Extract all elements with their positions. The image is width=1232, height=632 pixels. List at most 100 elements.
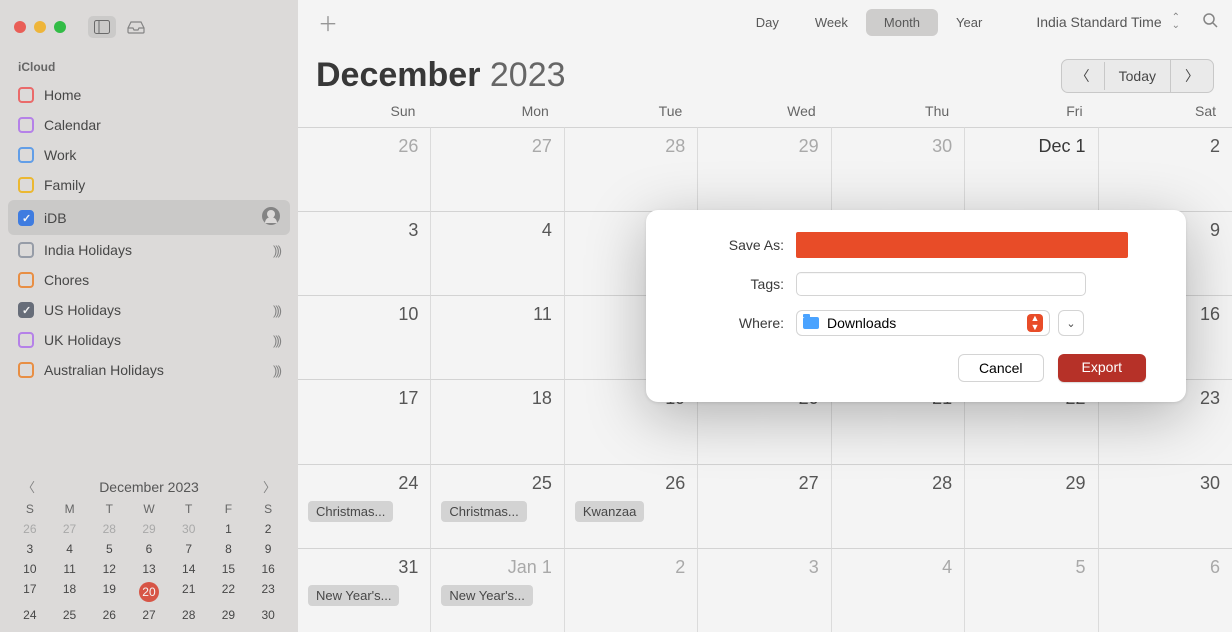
mini-day[interactable]: 21: [169, 582, 209, 602]
day-cell[interactable]: 3: [698, 548, 831, 632]
window-close-button[interactable]: [14, 21, 26, 33]
day-cell[interactable]: 6: [1099, 548, 1232, 632]
mini-day[interactable]: 30: [248, 608, 288, 622]
mini-day[interactable]: 20: [139, 582, 159, 602]
view-week[interactable]: Week: [797, 9, 866, 36]
mini-day[interactable]: 25: [50, 608, 90, 622]
mini-day[interactable]: 2: [248, 522, 288, 536]
calendar-item-family[interactable]: Family: [8, 170, 290, 200]
calendar-checkbox[interactable]: [18, 362, 34, 378]
timezone-selector[interactable]: India Standard Time ⌃⌄: [1036, 14, 1180, 30]
day-cell[interactable]: 24Christmas...: [298, 464, 431, 548]
prev-month-button[interactable]: 〈: [1062, 60, 1104, 92]
where-location-popup[interactable]: Downloads ▲▼: [796, 310, 1050, 336]
mini-day[interactable]: 5: [89, 542, 129, 556]
calendar-item-india-holidays[interactable]: India Holidays))): [8, 235, 290, 265]
day-cell[interactable]: 5: [965, 548, 1098, 632]
mini-day[interactable]: 19: [89, 582, 129, 602]
day-cell[interactable]: 25Christmas...: [431, 464, 564, 548]
mini-day[interactable]: 11: [50, 562, 90, 576]
mini-day[interactable]: 1: [209, 522, 249, 536]
mini-day[interactable]: 9: [248, 542, 288, 556]
mini-day[interactable]: 12: [89, 562, 129, 576]
view-year[interactable]: Year: [938, 9, 1000, 36]
mini-day[interactable]: 10: [10, 562, 50, 576]
event-pill[interactable]: New Year's...: [308, 585, 399, 606]
mini-day[interactable]: 29: [209, 608, 249, 622]
calendar-item-home[interactable]: Home: [8, 80, 290, 110]
mini-day[interactable]: 18: [50, 582, 90, 602]
event-pill[interactable]: New Year's...: [441, 585, 532, 606]
mini-day[interactable]: 27: [50, 522, 90, 536]
export-button[interactable]: Export: [1058, 354, 1146, 382]
calendar-checkbox[interactable]: [18, 272, 34, 288]
event-pill[interactable]: Christmas...: [308, 501, 393, 522]
expand-save-panel-button[interactable]: ⌄: [1058, 310, 1084, 336]
cancel-button[interactable]: Cancel: [958, 354, 1044, 382]
mini-day[interactable]: 28: [169, 608, 209, 622]
day-cell[interactable]: 26: [298, 127, 431, 211]
calendar-item-work[interactable]: Work: [8, 140, 290, 170]
mini-day[interactable]: 29: [129, 522, 169, 536]
mini-next-month[interactable]: 〉: [259, 477, 280, 496]
day-cell[interactable]: 4: [431, 211, 564, 295]
day-cell[interactable]: 28: [832, 464, 965, 548]
day-cell[interactable]: 4: [832, 548, 965, 632]
view-segmented-control[interactable]: DayWeekMonthYear: [738, 9, 1001, 36]
day-cell[interactable]: 28: [565, 127, 698, 211]
mini-day[interactable]: 15: [209, 562, 249, 576]
save-as-field[interactable]: [796, 232, 1128, 258]
calendar-item-calendar[interactable]: Calendar: [8, 110, 290, 140]
day-cell[interactable]: 11: [431, 295, 564, 379]
day-cell[interactable]: 2: [565, 548, 698, 632]
today-button[interactable]: Today: [1104, 62, 1170, 90]
calendar-checkbox[interactable]: [18, 177, 34, 193]
event-pill[interactable]: Christmas...: [441, 501, 526, 522]
add-event-button[interactable]: ＋: [318, 8, 338, 37]
calendar-checkbox[interactable]: [18, 210, 34, 226]
search-button[interactable]: [1202, 12, 1218, 33]
calendar-checkbox[interactable]: [18, 332, 34, 348]
day-cell[interactable]: Jan 1New Year's...: [431, 548, 564, 632]
mini-day[interactable]: 17: [10, 582, 50, 602]
mini-day[interactable]: 6: [129, 542, 169, 556]
calendar-item-uk-holidays[interactable]: UK Holidays))): [8, 325, 290, 355]
tags-field[interactable]: [796, 272, 1086, 296]
event-pill[interactable]: Kwanzaa: [575, 501, 644, 522]
mini-day[interactable]: 26: [89, 608, 129, 622]
view-month[interactable]: Month: [866, 9, 938, 36]
day-cell[interactable]: 27: [431, 127, 564, 211]
calendar-item-chores[interactable]: Chores: [8, 265, 290, 295]
day-cell[interactable]: 31New Year's...: [298, 548, 431, 632]
calendars-toggle-button[interactable]: [88, 16, 116, 38]
mini-day[interactable]: 7: [169, 542, 209, 556]
calendar-item-australian-holidays[interactable]: Australian Holidays))): [8, 355, 290, 385]
mini-day[interactable]: 16: [248, 562, 288, 576]
day-cell[interactable]: 2: [1099, 127, 1232, 211]
day-cell[interactable]: 18: [431, 379, 564, 463]
mini-day[interactable]: 26: [10, 522, 50, 536]
calendar-item-idb[interactable]: iDB: [8, 200, 290, 235]
calendar-checkbox[interactable]: [18, 147, 34, 163]
mini-day[interactable]: 4: [50, 542, 90, 556]
window-minimize-button[interactable]: [34, 21, 46, 33]
mini-day[interactable]: 28: [89, 522, 129, 536]
mini-day[interactable]: 22: [209, 582, 249, 602]
mini-day[interactable]: 8: [209, 542, 249, 556]
calendar-checkbox[interactable]: [18, 302, 34, 318]
inbox-button[interactable]: [122, 16, 150, 38]
mini-day[interactable]: 27: [129, 608, 169, 622]
day-cell[interactable]: 26Kwanzaa: [565, 464, 698, 548]
calendar-item-us-holidays[interactable]: US Holidays))): [8, 295, 290, 325]
day-cell[interactable]: Dec 1: [965, 127, 1098, 211]
day-cell[interactable]: 27: [698, 464, 831, 548]
day-cell[interactable]: 10: [298, 295, 431, 379]
view-day[interactable]: Day: [738, 9, 797, 36]
day-cell[interactable]: 30: [1099, 464, 1232, 548]
mini-prev-month[interactable]: 〈: [18, 477, 39, 496]
calendar-checkbox[interactable]: [18, 242, 34, 258]
day-cell[interactable]: 3: [298, 211, 431, 295]
mini-day[interactable]: 13: [129, 562, 169, 576]
mini-day[interactable]: 3: [10, 542, 50, 556]
day-cell[interactable]: 29: [965, 464, 1098, 548]
